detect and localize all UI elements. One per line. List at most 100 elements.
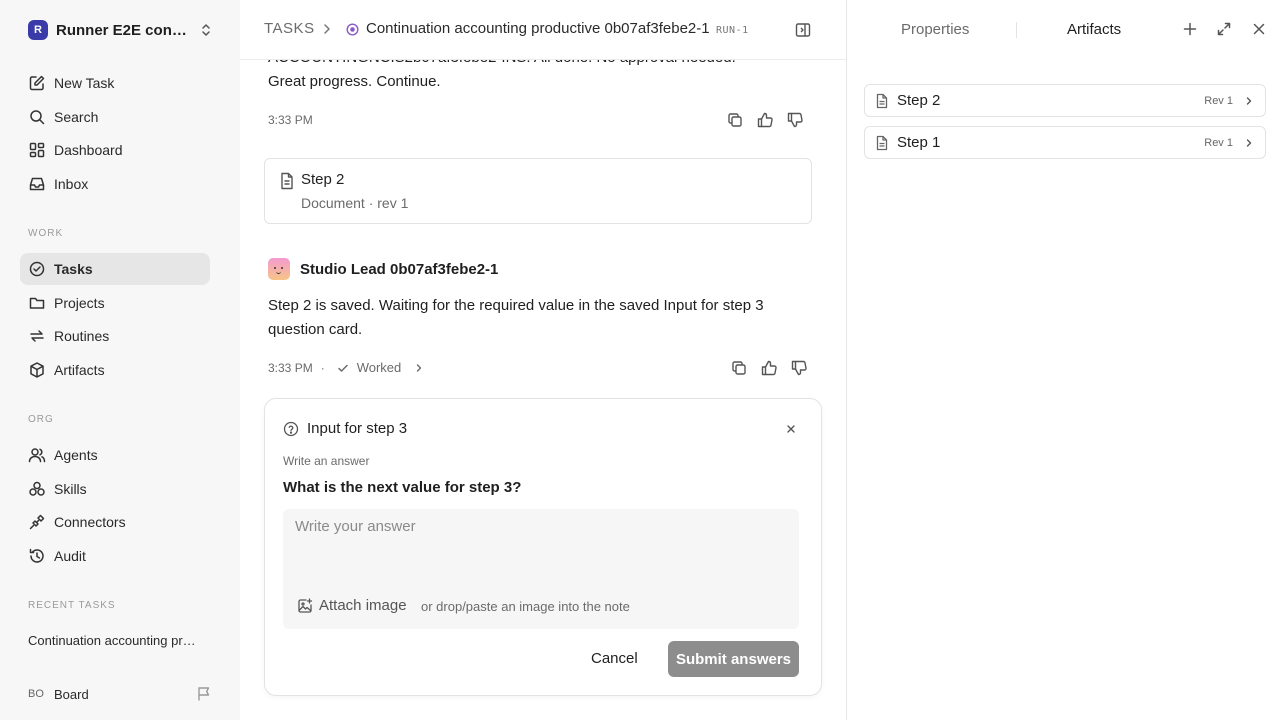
folder-icon [28, 294, 46, 312]
close-icon[interactable] [1251, 21, 1267, 37]
chevron-right-icon [1245, 138, 1253, 148]
status-circle-icon [346, 23, 359, 36]
nav-new-task[interactable]: New Task [20, 67, 210, 99]
box-icon [28, 361, 46, 379]
chevron-up-down-icon [200, 23, 212, 37]
nav-label: Search [54, 109, 99, 125]
attach-image-button[interactable]: Attach image [297, 597, 407, 614]
answer-box: Attach image or drop/paste an image into… [283, 509, 799, 629]
chevron-right-icon [415, 363, 423, 373]
artifact-name: Step 2 [897, 92, 941, 109]
history-icon [28, 547, 46, 565]
agent-message-text: Step 2 is saved. Waiting for the require… [268, 297, 764, 338]
recent-task-item[interactable]: Continuation accounting productive 0b07a… [28, 633, 200, 648]
cancel-button[interactable]: Cancel [591, 650, 638, 667]
run-badge: RUN-1 [716, 25, 749, 36]
message-actions [730, 359, 808, 377]
plus-icon[interactable] [1182, 21, 1198, 37]
thumbs-up-icon[interactable] [760, 359, 778, 377]
copy-icon[interactable] [726, 111, 744, 129]
nav-label: Audit [54, 548, 86, 564]
plug-icon [28, 513, 46, 531]
agent-name: Studio Lead 0b07af3febe2-1 [300, 260, 499, 278]
page-title: Continuation accounting productive 0b07a… [366, 20, 710, 37]
flag-icon[interactable] [196, 686, 212, 702]
thumbs-down-icon[interactable] [786, 111, 804, 129]
nav-artifacts[interactable]: Artifacts [20, 354, 210, 386]
tab-properties[interactable]: Properties [901, 21, 969, 38]
attach-image-label: Attach image [319, 597, 407, 614]
user-menu[interactable]: BO Board [28, 684, 212, 704]
section-heading-work: WORK [28, 228, 64, 239]
document-title: Step 2 [301, 171, 345, 188]
chevron-right-icon [322, 22, 332, 36]
avatar: BO [28, 688, 44, 700]
task-thread: ACCOUNTINGNCIS2b07af3febe2-INS. All done… [240, 0, 846, 720]
breadcrumb-tasks[interactable]: TASKS [264, 20, 315, 37]
nav-dashboard[interactable]: Dashboard [20, 134, 210, 166]
nav-label: Connectors [54, 514, 126, 530]
nav-label: Artifacts [54, 362, 105, 378]
nav-label: Dashboard [54, 142, 123, 158]
timestamp: 3:33 PM [268, 113, 313, 127]
submit-answers-button[interactable]: Submit answers [668, 641, 799, 677]
agent-avatar [268, 258, 290, 280]
nav-label: Agents [54, 447, 98, 463]
question-card-title: Input for step 3 [307, 420, 408, 437]
thumbs-up-icon[interactable] [756, 111, 774, 129]
timestamp: 3:33 PM [268, 360, 313, 375]
nav-label: New Task [54, 75, 115, 91]
workspace-name: Runner E2E conti... [56, 21, 190, 39]
message-timestamp: 3:33 PM [268, 113, 313, 127]
chevron-right-icon [1245, 96, 1253, 106]
agents-icon [28, 446, 46, 464]
nav-label: Routines [54, 328, 110, 344]
document-card[interactable]: Step 2 Document · rev 1 [264, 158, 812, 224]
answer-input[interactable] [283, 509, 799, 579]
expand-icon[interactable] [1216, 21, 1232, 37]
question-hint: Write an answer [283, 454, 370, 468]
panel-toggle-icon[interactable] [794, 21, 812, 39]
thumbs-down-icon[interactable] [790, 359, 808, 377]
nav-agents[interactable]: Agents [20, 439, 210, 471]
workspace-switcher[interactable]: R Runner E2E conti... [28, 19, 212, 41]
artifact-item[interactable]: Step 1 Rev 1 [864, 126, 1266, 159]
dashboard-icon [28, 141, 46, 159]
new-task-icon [28, 74, 46, 92]
attach-hint: or drop/paste an image into the note [421, 599, 630, 614]
close-icon[interactable] [785, 423, 797, 435]
artifact-name: Step 1 [897, 134, 941, 151]
task-header: TASKS Continuation accounting productive… [240, 0, 846, 60]
nav-connectors[interactable]: Connectors [20, 506, 210, 538]
nav-label: Skills [54, 481, 87, 497]
document-icon [279, 172, 295, 190]
routines-icon [28, 327, 46, 345]
document-icon [875, 93, 889, 109]
copy-icon[interactable] [730, 359, 748, 377]
nav-audit[interactable]: Audit [20, 540, 210, 572]
tab-artifacts[interactable]: Artifacts [1067, 21, 1121, 38]
nav-projects[interactable]: Projects [20, 287, 210, 319]
search-icon [28, 108, 46, 126]
agent-message-header: Studio Lead 0b07af3febe2-1 [268, 258, 498, 280]
question-text: What is the next value for step 3? [283, 479, 522, 496]
tab-divider [1016, 22, 1017, 38]
nav-label: Tasks [54, 261, 93, 277]
artifacts-panel: Properties Artifacts Step 2 Rev 1 Step 1… [846, 0, 1280, 720]
nav-tasks[interactable]: Tasks [20, 253, 210, 285]
nav-inbox[interactable]: Inbox [20, 168, 210, 200]
document-icon [875, 135, 889, 151]
question-circle-icon [283, 421, 299, 437]
nav-search[interactable]: Search [20, 101, 210, 133]
artifact-rev: Rev 1 [1204, 94, 1233, 107]
sidebar: R Runner E2E conti... New Task Search Da… [0, 0, 240, 720]
nav-skills[interactable]: Skills [20, 473, 210, 505]
nav-label: Projects [54, 295, 105, 311]
nav-routines[interactable]: Routines [20, 320, 210, 352]
question-card: Input for step 3 Write an answer What is… [264, 398, 822, 696]
artifact-item[interactable]: Step 2 Rev 1 [864, 84, 1266, 117]
agent-message-meta: 3:33 PM · Worked [268, 360, 423, 375]
workspace-logo-letter: R [34, 24, 42, 36]
user-name: Board [54, 686, 89, 702]
worked-toggle[interactable]: Worked [331, 360, 424, 375]
